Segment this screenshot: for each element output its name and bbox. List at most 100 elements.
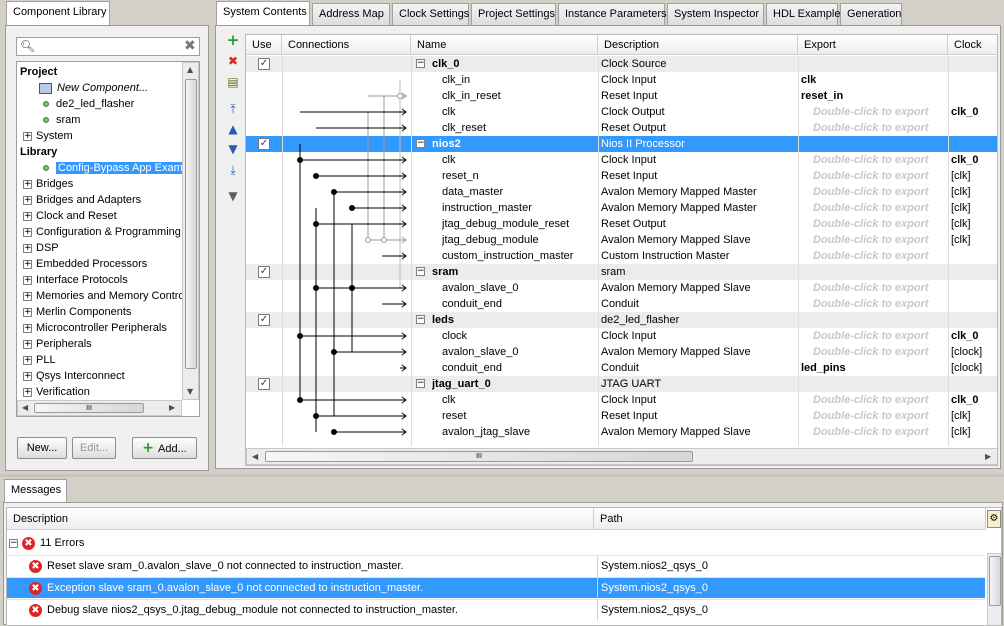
row-export[interactable]: Double-click to export	[813, 248, 953, 264]
tree-folder[interactable]: + Qsys Interconnect	[23, 368, 125, 384]
tab-hdl-example[interactable]: HDL Example	[766, 3, 840, 25]
use-checkbox[interactable]: ✓	[258, 138, 270, 150]
row-export[interactable]: Double-click to export	[813, 392, 953, 408]
row-export[interactable]: reset_in	[801, 88, 941, 104]
collapse-icon[interactable]: −	[416, 379, 425, 388]
row-clock[interactable]: clk_0	[951, 104, 997, 120]
library-search-input[interactable]	[37, 39, 177, 54]
library-search-box[interactable]: 🔍︎ ✖	[16, 37, 200, 56]
row-export[interactable]: Double-click to export	[813, 152, 953, 168]
tab-clock-settings[interactable]: Clock Settings	[392, 3, 469, 25]
column-chooser-icon[interactable]: ⚙	[987, 510, 1001, 528]
tab-component-library[interactable]: Component Library	[6, 1, 110, 26]
tab-messages[interactable]: Messages	[4, 479, 67, 504]
tree-item-new-component[interactable]: New Component...	[39, 80, 148, 96]
move-top-icon[interactable]: ⤒	[226, 102, 240, 116]
msg-col-description[interactable]: Description	[7, 508, 594, 530]
expand-icon[interactable]: +	[23, 211, 32, 221]
row-export[interactable]	[801, 376, 941, 392]
tree-folder[interactable]: + DSP	[23, 240, 59, 256]
filter-icon[interactable]: ▼	[226, 189, 240, 203]
tree-group-project[interactable]: Project	[20, 64, 57, 80]
row-export[interactable]: led_pins	[801, 360, 941, 376]
add-component-button[interactable]: + Add...	[132, 437, 197, 459]
row-export[interactable]: Double-click to export	[813, 408, 953, 424]
use-checkbox[interactable]: ✓	[258, 314, 270, 326]
new-component-button[interactable]: New...	[17, 437, 67, 459]
collapse-icon[interactable]: −	[416, 59, 425, 68]
row-clock[interactable]: [clk]	[951, 232, 997, 248]
expand-icon[interactable]: +	[23, 179, 32, 189]
tree-folder[interactable]: + Embedded Processors	[23, 256, 147, 272]
tab-address-map[interactable]: Address Map	[312, 3, 390, 25]
table-hscrollbar[interactable]: ◀ III ▶	[246, 448, 997, 465]
expand-icon[interactable]: +	[23, 387, 32, 397]
collapse-icon[interactable]: −	[416, 139, 425, 148]
tree-item-component[interactable]: sram	[43, 112, 80, 128]
row-export[interactable]: Double-click to export	[813, 328, 953, 344]
row-clock[interactable]: [clk]	[951, 408, 997, 424]
tab-instance-parameters[interactable]: Instance Parameters	[558, 3, 667, 25]
row-clock[interactable]: [clk]	[951, 216, 997, 232]
row-clock[interactable]: clk_0	[951, 328, 997, 344]
scroll-down-icon[interactable]: ▼	[187, 387, 193, 396]
collapse-icon[interactable]: −	[416, 267, 425, 276]
tab-system-inspector[interactable]: System Inspector	[667, 3, 764, 25]
row-export[interactable]	[801, 264, 941, 280]
remove-icon[interactable]: ✖	[226, 54, 240, 68]
tab-system-contents[interactable]: System Contents	[216, 1, 310, 26]
edit-component-button[interactable]: Edit...	[72, 437, 116, 459]
row-clock[interactable]: [clk]	[951, 184, 997, 200]
move-up-icon[interactable]: ▲	[226, 122, 240, 136]
tree-folder[interactable]: + Bridges	[23, 176, 73, 192]
row-clock[interactable]	[951, 88, 997, 104]
row-export[interactable]: Double-click to export	[813, 424, 953, 440]
row-export[interactable]: Double-click to export	[813, 104, 953, 120]
row-export[interactable]: Double-click to export	[813, 232, 953, 248]
collapse-icon[interactable]: −	[416, 315, 425, 324]
row-clock[interactable]	[951, 136, 997, 152]
tree-item-component[interactable]: Config-Bypass App Exam	[43, 160, 185, 176]
row-export[interactable]	[801, 56, 941, 72]
row-clock[interactable]	[951, 376, 997, 392]
messages-vscrollbar[interactable]	[987, 553, 1001, 625]
tree-group-library[interactable]: Library	[20, 144, 57, 160]
tree-item-component[interactable]: de2_led_flasher	[43, 96, 134, 112]
move-down-icon[interactable]: ▼	[226, 142, 240, 156]
use-checkbox[interactable]: ✓	[258, 266, 270, 278]
row-export[interactable]: clk	[801, 72, 941, 88]
row-clock[interactable]	[951, 56, 997, 72]
expand-icon[interactable]: +	[23, 275, 32, 285]
row-export[interactable]: Double-click to export	[813, 120, 953, 136]
row-clock[interactable]	[951, 120, 997, 136]
error-group-row[interactable]: − ✖ 11 Errors	[7, 533, 84, 553]
connections-graph[interactable]	[282, 56, 411, 446]
row-clock[interactable]: clk_0	[951, 392, 997, 408]
row-export[interactable]: Double-click to export	[813, 296, 953, 312]
tree-hscrollbar[interactable]: ◀ III ▶	[17, 400, 182, 416]
row-export[interactable]	[801, 312, 941, 328]
tree-folder[interactable]: + Microcontroller Peripherals	[23, 320, 167, 336]
use-checkbox[interactable]: ✓	[258, 378, 270, 390]
tree-folder[interactable]: + Interface Protocols	[23, 272, 128, 288]
tab-project-settings[interactable]: Project Settings	[471, 3, 556, 25]
col-description[interactable]: Description	[598, 35, 798, 55]
move-bottom-icon[interactable]: ⤓	[226, 163, 240, 177]
table-hscroll-thumb[interactable]: III	[265, 451, 693, 462]
expand-icon[interactable]: +	[23, 195, 32, 205]
row-export[interactable]: Double-click to export	[813, 280, 953, 296]
tree-folder[interactable]: + Verification	[23, 384, 90, 400]
use-checkbox[interactable]: ✓	[258, 58, 270, 70]
col-name[interactable]: Name	[411, 35, 598, 55]
row-clock[interactable]: clk_0	[951, 152, 997, 168]
row-clock[interactable]	[951, 312, 997, 328]
scroll-left-icon[interactable]: ◀	[22, 403, 28, 412]
row-export[interactable]: Double-click to export	[813, 344, 953, 360]
expand-icon[interactable]: +	[23, 355, 32, 365]
collapse-icon[interactable]: −	[9, 538, 18, 548]
expand-icon[interactable]: +	[23, 307, 32, 317]
row-export[interactable]: Double-click to export	[813, 200, 953, 216]
add-icon[interactable]: +	[226, 33, 240, 48]
expand-icon[interactable]: +	[23, 259, 32, 269]
expand-icon[interactable]: +	[23, 131, 32, 141]
